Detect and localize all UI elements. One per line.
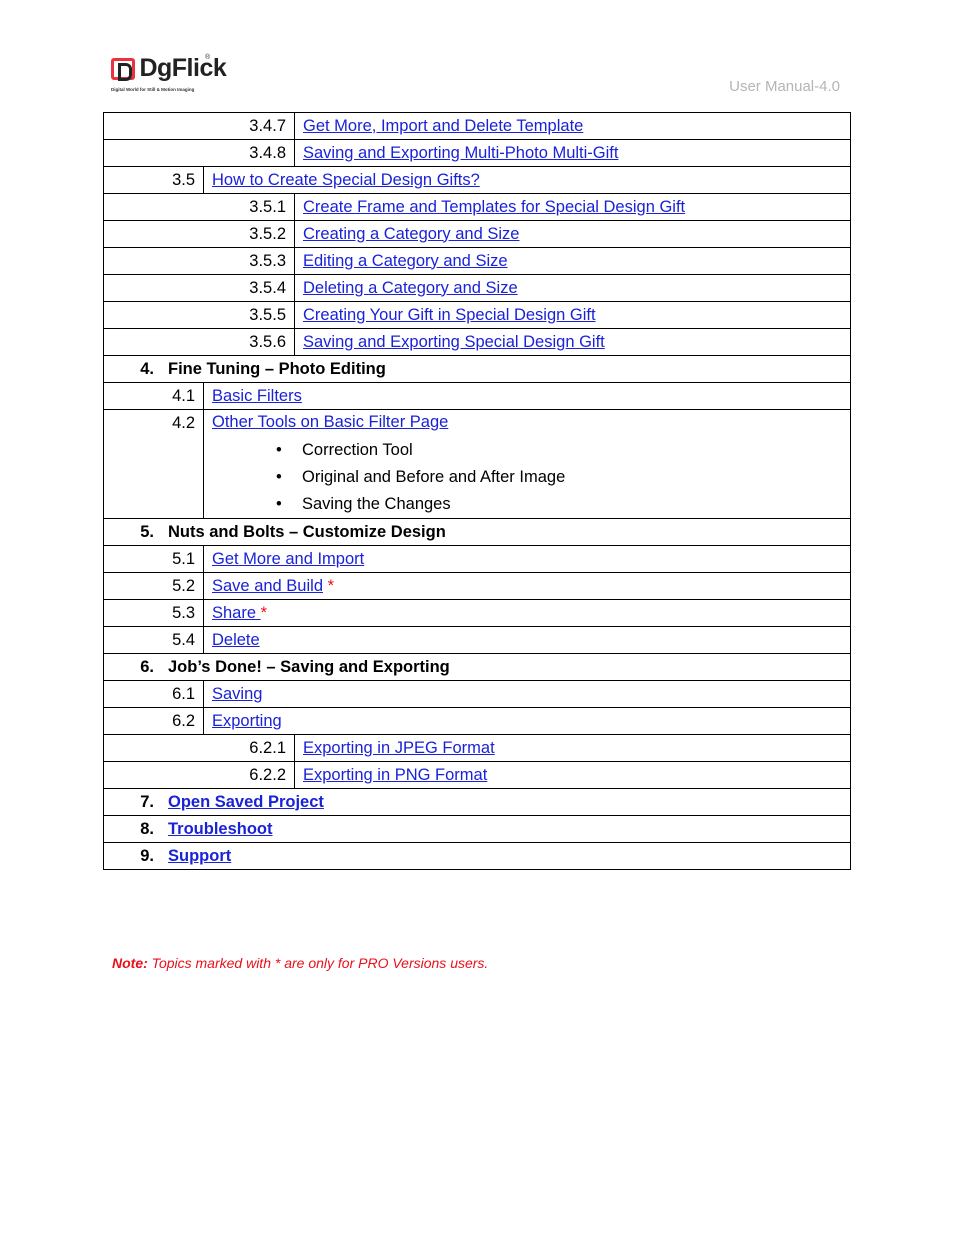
toc-row: 3.5 How to Create Special Design Gifts? xyxy=(103,166,851,194)
toc-row: 6.2.2 Exporting in PNG Format xyxy=(103,761,851,789)
chapter-title: Nuts and Bolts – Customize Design xyxy=(168,522,446,541)
toc-row: 3.5.2 Creating a Category and Size xyxy=(103,220,851,248)
logo-mark-icon xyxy=(111,58,135,81)
toc-number: 5.3 xyxy=(103,599,204,627)
toc-link-3-5-5[interactable]: Creating Your Gift in Special Design Gif… xyxy=(303,306,596,324)
toc-link-3-5-2[interactable]: Creating a Category and Size xyxy=(303,225,519,243)
toc-link-4-2[interactable]: Other Tools on Basic Filter Page xyxy=(212,413,448,431)
toc-row: 3.5.4 Deleting a Category and Size xyxy=(103,274,851,302)
toc-number: 6.2 xyxy=(103,707,204,735)
toc-number: 4.1 xyxy=(103,382,204,410)
toc-number: 3.4.7 xyxy=(103,112,295,140)
toc-number: 4.2 xyxy=(103,409,204,519)
toc-row: 5.4 Delete xyxy=(103,626,851,654)
chapter-number: 7. xyxy=(140,792,154,811)
toc-number: 3.5.3 xyxy=(103,247,295,275)
subtopic-item: Original and Before and After Image xyxy=(276,464,850,491)
brand-name: DgFlick xyxy=(139,54,227,82)
pro-marker: * xyxy=(260,603,268,622)
toc-row: 3.5.5 Creating Your Gift in Special Desi… xyxy=(103,301,851,329)
chapter-number: 6. xyxy=(140,657,154,676)
brand-tagline: Digital World for Still & Motion Imaging xyxy=(111,87,195,92)
toc-number: 3.5.2 xyxy=(103,220,295,248)
toc-link-5-3[interactable]: Share xyxy=(212,604,261,622)
toc-number: 5.4 xyxy=(103,626,204,654)
toc-number: 3.5.5 xyxy=(103,301,295,329)
note-text: Topics marked with * are only for PRO Ve… xyxy=(147,955,489,971)
chapter-title: Job’s Done! – Saving and Exporting xyxy=(168,657,450,676)
toc-row: 6.2 Exporting xyxy=(103,707,851,735)
toc-link-3-5-3[interactable]: Editing a Category and Size xyxy=(303,252,508,270)
toc-chapter-row: 4. Fine Tuning – Photo Editing xyxy=(103,355,851,383)
chapter-number: 4. xyxy=(140,359,154,378)
toc-link-3-4-7[interactable]: Get More, Import and Delete Template xyxy=(303,117,583,135)
toc-number: 3.5.1 xyxy=(103,193,295,221)
toc-link-6-1[interactable]: Saving xyxy=(212,685,262,703)
toc-link-4-1[interactable]: Basic Filters xyxy=(212,387,302,405)
toc-link-3-4-8[interactable]: Saving and Exporting Multi-Photo Multi-G… xyxy=(303,144,618,162)
toc-link-7[interactable]: Open Saved Project xyxy=(168,793,324,811)
toc-row: 5.1 Get More and Import xyxy=(103,545,851,573)
toc-row: 4.1 Basic Filters xyxy=(103,382,851,410)
chapter-title: Fine Tuning – Photo Editing xyxy=(168,359,386,378)
toc-row: 6.2.1 Exporting in JPEG Format xyxy=(103,734,851,762)
toc-number: 6.2.2 xyxy=(103,761,295,789)
toc-row: 3.4.8 Saving and Exporting Multi-Photo M… xyxy=(103,139,851,167)
registered-icon: ® xyxy=(205,54,211,61)
subtopic-list: Correction Tool Original and Before and … xyxy=(212,437,850,518)
toc-link-3-5-1[interactable]: Create Frame and Templates for Special D… xyxy=(303,198,685,216)
toc-link-5-2[interactable]: Save and Build xyxy=(212,577,323,595)
pro-version-note: Note: Topics marked with * are only for … xyxy=(112,955,488,971)
toc-link-6-2-1[interactable]: Exporting in JPEG Format xyxy=(303,739,495,757)
toc-row: 5.3 Share * xyxy=(103,599,851,627)
toc-chapter-row: 7. Open Saved Project xyxy=(103,788,851,816)
toc-number: 3.5.4 xyxy=(103,274,295,302)
toc-number: 6.1 xyxy=(103,680,204,708)
toc-link-3-5-4[interactable]: Deleting a Category and Size xyxy=(303,279,518,297)
toc-link-9[interactable]: Support xyxy=(168,847,231,865)
toc-number: 3.4.8 xyxy=(103,139,295,167)
toc-chapter-row: 5. Nuts and Bolts – Customize Design xyxy=(103,518,851,546)
toc-link-8[interactable]: Troubleshoot xyxy=(168,820,273,838)
toc-chapter-row: 6. Job’s Done! – Saving and Exporting xyxy=(103,653,851,681)
toc-number: 3.5 xyxy=(103,166,204,194)
toc-number: 5.2 xyxy=(103,572,204,600)
toc-row: 3.4.7 Get More, Import and Delete Templa… xyxy=(103,112,851,140)
toc-link-6-2-2[interactable]: Exporting in PNG Format xyxy=(303,766,487,784)
note-label: Note: xyxy=(112,955,148,971)
toc-row: 3.5.6 Saving and Exporting Special Desig… xyxy=(103,328,851,356)
toc-row: 5.2 Save and Build * xyxy=(103,572,851,600)
table-of-contents: 3.4.7 Get More, Import and Delete Templa… xyxy=(103,112,851,870)
dgflick-logo: DgFlick ® Digital World for Still & Moti… xyxy=(111,54,227,96)
toc-row: 3.5.1 Create Frame and Templates for Spe… xyxy=(103,193,851,221)
toc-row: 4.2 Other Tools on Basic Filter Page Cor… xyxy=(103,409,851,519)
pro-marker: * xyxy=(327,576,335,595)
toc-chapter-row: 8. Troubleshoot xyxy=(103,815,851,843)
toc-link-6-2[interactable]: Exporting xyxy=(212,712,282,730)
chapter-number: 5. xyxy=(140,522,154,541)
toc-link-3-5-6[interactable]: Saving and Exporting Special Design Gift xyxy=(303,333,605,351)
toc-number: 6.2.1 xyxy=(103,734,295,762)
chapter-number: 9. xyxy=(140,846,154,865)
subtopic-item: Correction Tool xyxy=(276,437,850,464)
toc-number: 3.5.6 xyxy=(103,328,295,356)
toc-chapter-row: 9. Support xyxy=(103,842,851,870)
toc-link-5-4[interactable]: Delete xyxy=(212,631,260,649)
doc-version-label: User Manual-4.0 xyxy=(729,78,840,95)
toc-row: 3.5.3 Editing a Category and Size xyxy=(103,247,851,275)
subtopic-item: Saving the Changes xyxy=(276,491,850,518)
toc-number: 5.1 xyxy=(103,545,204,573)
toc-link-5-1[interactable]: Get More and Import xyxy=(212,550,364,568)
toc-link-3-5[interactable]: How to Create Special Design Gifts? xyxy=(212,171,480,189)
toc-row: 6.1 Saving xyxy=(103,680,851,708)
chapter-number: 8. xyxy=(140,819,154,838)
